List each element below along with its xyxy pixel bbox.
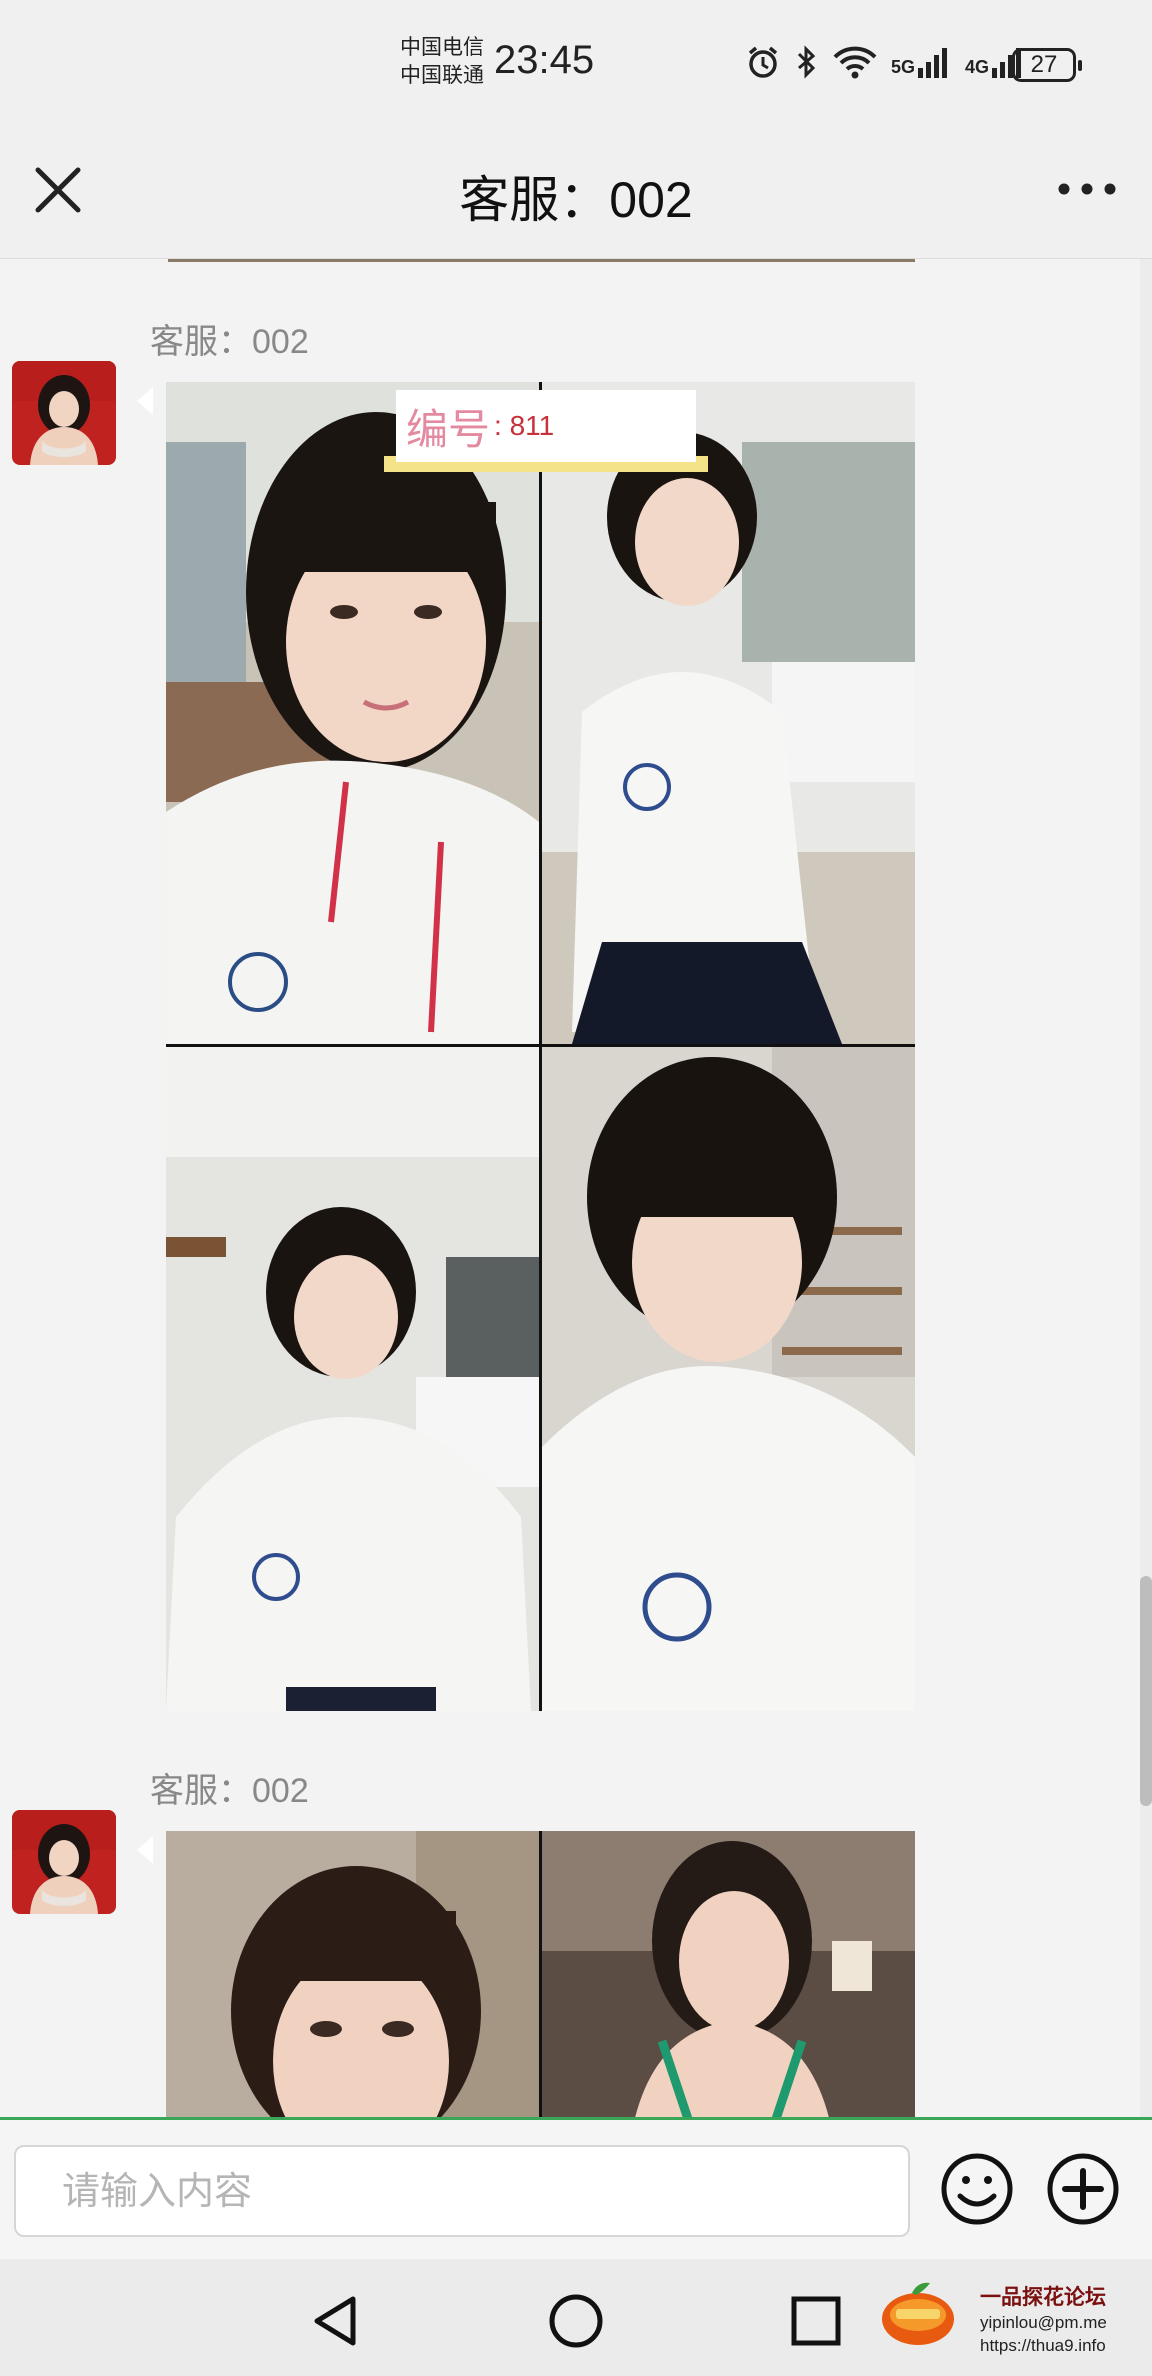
- watermark: 一品探花论坛 yipinlou@pm.me https://thua9.info: [980, 2281, 1107, 2357]
- network-type-1: 5G: [891, 57, 916, 77]
- carrier-names: 中国电信 中国联通: [400, 34, 484, 90]
- status-icons: 5G 4G: [745, 44, 1025, 80]
- image-message[interactable]: 编号 : 811: [166, 382, 915, 1711]
- carrier-1: 中国电信: [400, 36, 484, 59]
- watermark-url: https://thua9.info: [980, 2336, 1106, 2355]
- carrier-2: 中国联通: [400, 64, 484, 87]
- chat-message-list[interactable]: 客服：002 编号: 811 客服：002: [0, 259, 1152, 2117]
- message-composer: [0, 2117, 1152, 2262]
- alarm-icon: [748, 46, 778, 78]
- message-sender: 客服：002: [150, 1772, 309, 1810]
- wifi-icon: [833, 46, 877, 79]
- more-icon[interactable]: [1052, 164, 1122, 214]
- scrollbar[interactable]: [1140, 259, 1152, 2117]
- battery-indicator: 27: [1012, 48, 1082, 82]
- photo-tile: [542, 382, 915, 1044]
- message-input-container[interactable]: [14, 2145, 910, 2237]
- previous-image-edge: [168, 259, 915, 262]
- message-sender: 客服：002: [150, 323, 309, 361]
- image-number-value: : 811: [494, 410, 555, 441]
- bluetooth-icon: [797, 45, 816, 79]
- back-icon[interactable]: [305, 2291, 365, 2351]
- watermark-title: 一品探花论坛: [980, 2286, 1106, 2309]
- page-title: 客服：002: [459, 172, 693, 228]
- avatar[interactable]: [12, 361, 116, 465]
- top-nav-bar: 客服：002: [0, 140, 1152, 259]
- network-type-2: 4G: [965, 57, 990, 77]
- scrollbar-thumb[interactable]: [1140, 1576, 1152, 1806]
- photo-tile: [542, 1831, 915, 2117]
- image-message[interactable]: [166, 1831, 915, 2117]
- status-bar: 中国电信 中国联通 23:45 5G 4G 27: [0, 0, 1152, 140]
- home-icon[interactable]: [546, 2291, 606, 2351]
- watermark-logo: [882, 2282, 954, 2345]
- photo-tile: [166, 1047, 539, 1711]
- image-number-prefix: 编号: [406, 405, 491, 453]
- clock: 23:45: [494, 38, 595, 82]
- plus-circle-icon[interactable]: [1046, 2152, 1120, 2226]
- watermark-email: yipinlou@pm.me: [980, 2313, 1107, 2332]
- photo-tile: [542, 1047, 915, 1711]
- emoji-icon[interactable]: [940, 2152, 1014, 2226]
- bubble-tail: [137, 387, 153, 415]
- avatar[interactable]: [12, 1810, 116, 1914]
- image-number-label: 编号 : 811: [396, 390, 696, 462]
- message-input[interactable]: [60, 2147, 884, 2237]
- system-navigation-bar: 一品探花论坛 yipinlou@pm.me https://thua9.info: [0, 2259, 1152, 2376]
- signal-icon: [918, 48, 948, 78]
- photo-tile: [166, 1831, 539, 2117]
- photo-tile: [166, 382, 539, 1044]
- recents-icon[interactable]: [786, 2291, 846, 2351]
- bubble-tail: [137, 1836, 153, 1864]
